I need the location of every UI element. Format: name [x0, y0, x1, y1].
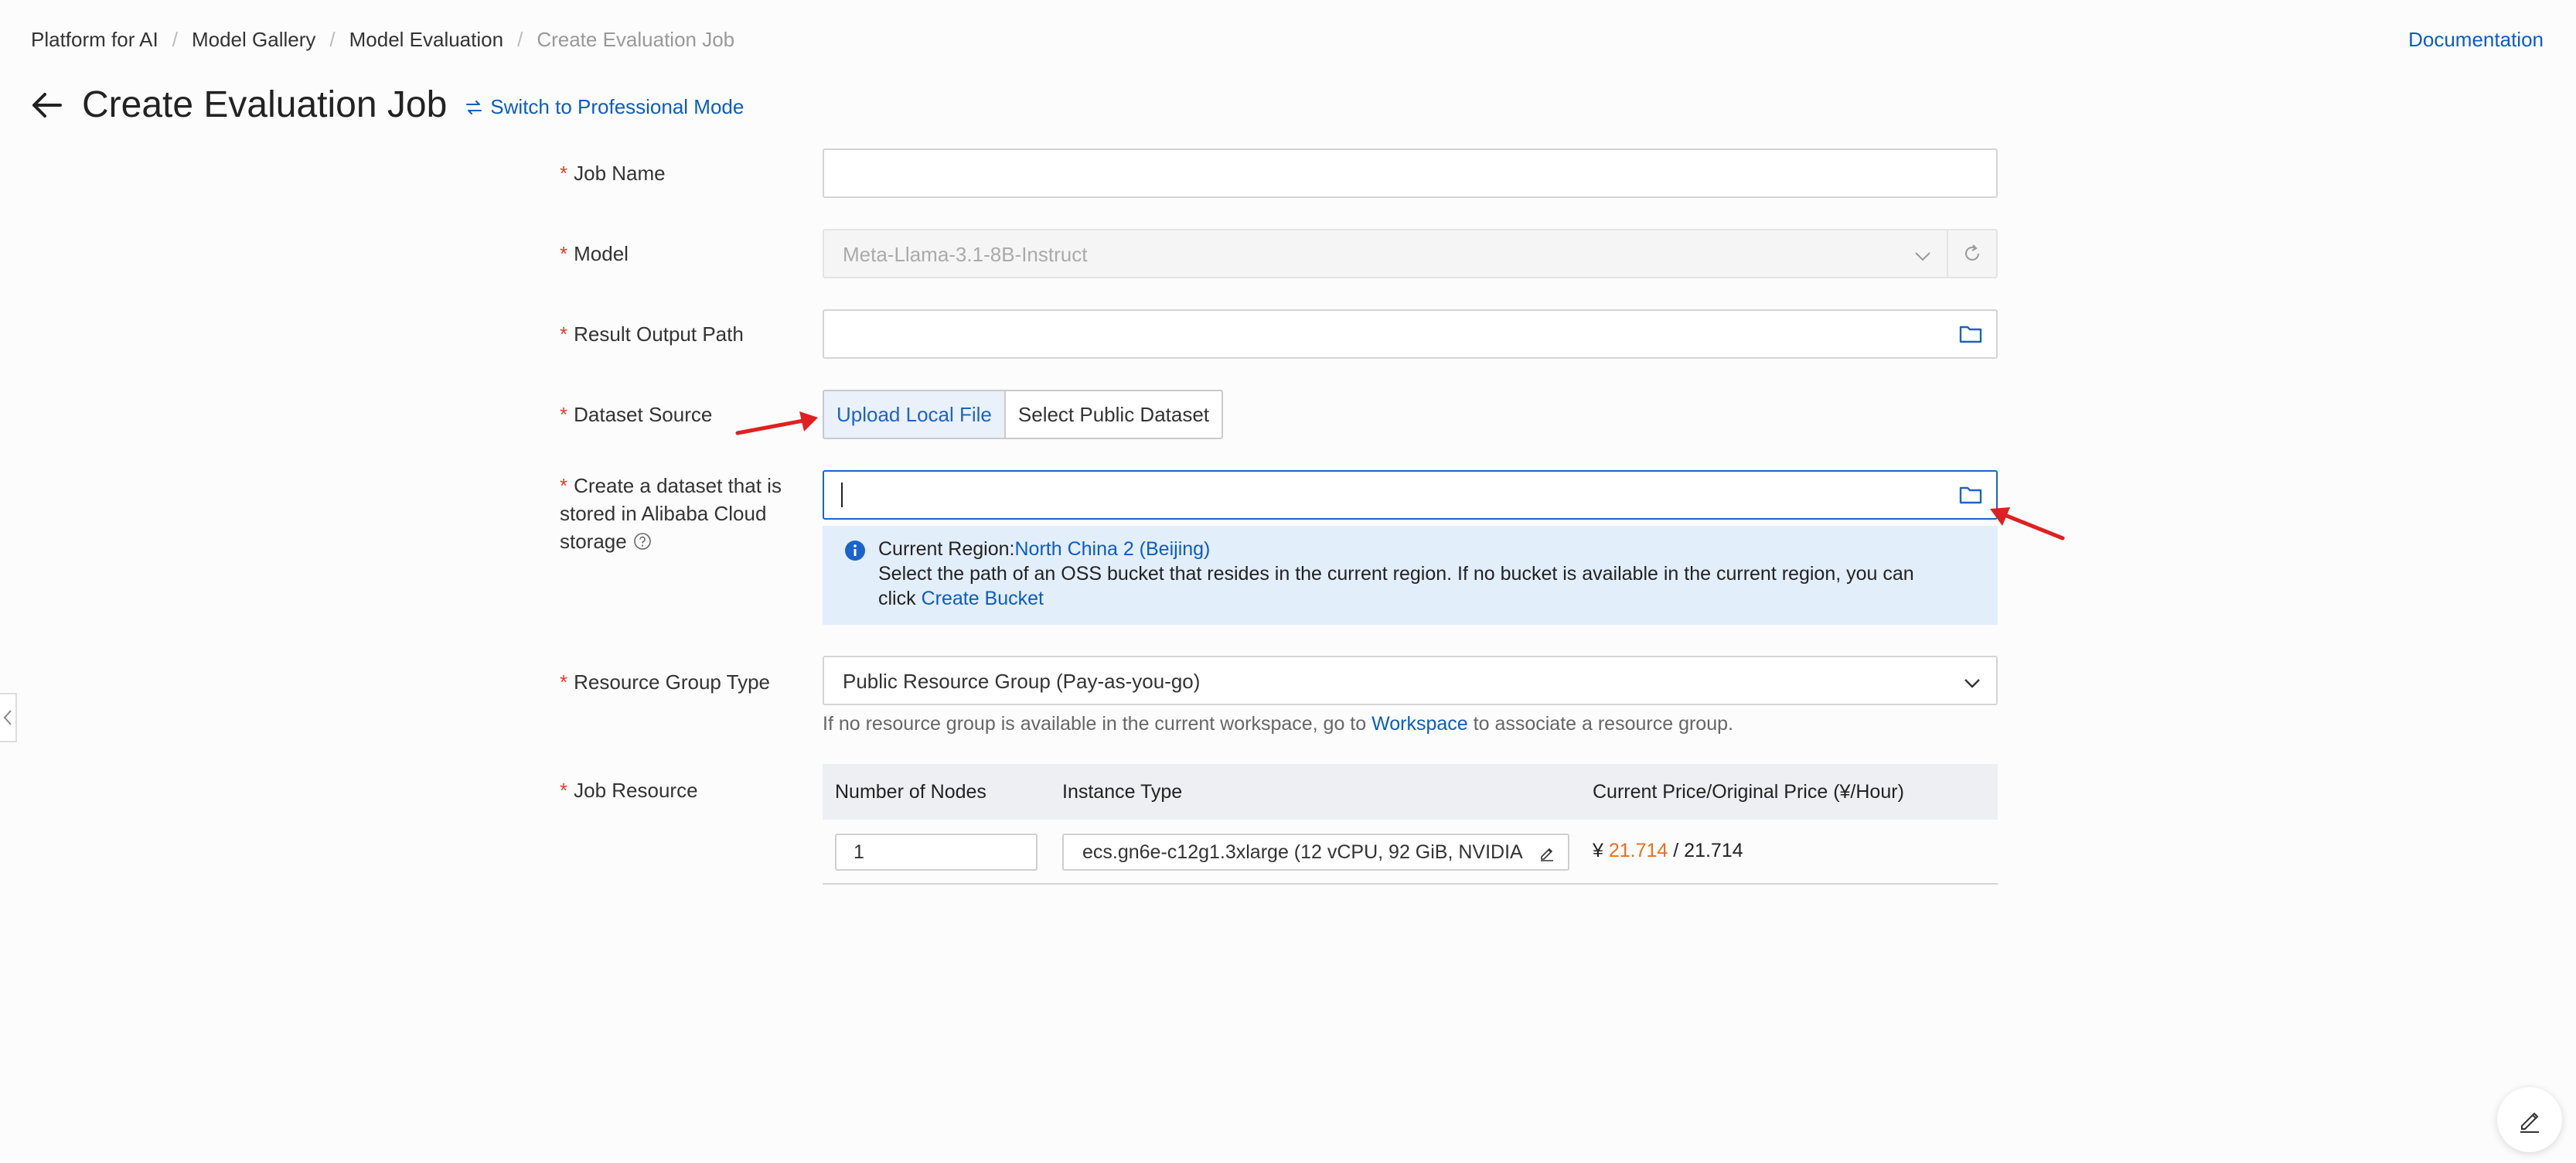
- create-bucket-link[interactable]: Create Bucket: [922, 588, 1044, 609]
- breadcrumb-model-gallery[interactable]: Model Gallery: [192, 28, 315, 52]
- column-header-price: Current Price/Original Price (¥/Hour): [1593, 781, 1904, 803]
- workspace-link[interactable]: Workspace: [1371, 713, 1468, 735]
- dataset-source-toggle: Upload Local File Select Public Dataset: [823, 390, 1224, 439]
- folder-icon[interactable]: [1959, 323, 1982, 345]
- resource-group-label: * Resource Group Type: [560, 670, 771, 694]
- oss-dataset-path-input[interactable]: [823, 470, 1998, 520]
- oss-dataset-label: * Create a dataset that is stored in Alib…: [560, 474, 782, 553]
- column-header-nodes: Number of Nodes: [835, 781, 986, 803]
- current-price: 21.714: [1608, 840, 1668, 861]
- result-path-input[interactable]: [823, 309, 1998, 359]
- breadcrumb-current: Create Evaluation Job: [537, 28, 735, 51]
- required-mark: *: [560, 779, 568, 802]
- help-icon[interactable]: [633, 532, 652, 551]
- edit-icon[interactable]: [1538, 844, 1555, 861]
- feedback-button[interactable]: [2497, 1087, 2562, 1152]
- model-select-value: Meta-Llama-3.1-8B-Instruct: [843, 243, 1088, 266]
- edit-icon: [2520, 1112, 2539, 1133]
- text-caret: [841, 483, 843, 507]
- chevron-down-icon: [1915, 252, 1930, 261]
- breadcrumb-separator: /: [517, 28, 523, 51]
- back-arrow-icon[interactable]: [29, 88, 63, 122]
- breadcrumb: Platform for AI / Model Gallery / Model …: [31, 28, 734, 52]
- breadcrumb-model-evaluation[interactable]: Model Evaluation: [349, 28, 503, 52]
- required-mark: *: [560, 162, 568, 185]
- required-mark: *: [560, 242, 568, 265]
- region-info-text: Select the path of an OSS bucket that re…: [878, 563, 1914, 585]
- price-cell: ¥ 21.714 / 21.714: [1593, 840, 1743, 861]
- refresh-icon: [1965, 244, 1979, 261]
- select-public-dataset-option[interactable]: Select Public Dataset: [1005, 390, 1224, 439]
- dataset-source-label: * Dataset Source: [560, 403, 713, 426]
- upload-local-file-option[interactable]: Upload Local File: [823, 390, 1006, 439]
- resource-group-hint: If no resource group is available in the…: [823, 713, 1733, 735]
- region-info-box: Current Region:North China 2 (Beijing) S…: [823, 526, 1998, 625]
- table-header: Number of Nodes Instance Type Current Pr…: [823, 764, 1998, 820]
- column-header-instance: Instance Type: [1062, 781, 1183, 803]
- sidebar-expand-tab[interactable]: [0, 693, 17, 742]
- job-resource-label: * Job Resource: [560, 779, 698, 802]
- model-label: * Model: [560, 242, 629, 265]
- page-title: Create Evaluation Job: [82, 84, 448, 125]
- job-name-input[interactable]: [823, 148, 1998, 198]
- folder-icon[interactable]: [1959, 484, 1982, 506]
- job-resource-table: Number of Nodes Instance Type Current Pr…: [823, 764, 1998, 885]
- chevron-left-icon: [3, 710, 12, 725]
- breadcrumb-platform[interactable]: Platform for AI: [31, 28, 158, 52]
- documentation-link[interactable]: Documentation: [2408, 28, 2544, 52]
- switch-mode-label: Switch to Professional Mode: [490, 95, 745, 118]
- required-mark: *: [560, 670, 568, 694]
- resource-group-select[interactable]: Public Resource Group (Pay-as-you-go): [823, 656, 1998, 705]
- required-mark: *: [560, 474, 568, 497]
- job-name-label: * Job Name: [560, 162, 666, 185]
- title-row: Create Evaluation Job Switch to Professi…: [29, 84, 744, 126]
- chevron-down-icon: [1964, 679, 1980, 688]
- breadcrumb-separator: /: [329, 28, 336, 51]
- original-price: 21.714: [1684, 840, 1743, 861]
- required-mark: *: [560, 403, 568, 426]
- result-path-label: * Result Output Path: [560, 322, 744, 346]
- model-select[interactable]: Meta-Llama-3.1-8B-Instruct: [823, 229, 1948, 278]
- instance-type-input[interactable]: ecs.gn6e-c12g1.3xlarge (12 vCPU, 92 GiB,…: [1062, 834, 1569, 871]
- refresh-button[interactable]: [1947, 229, 1998, 278]
- instance-type-value: ecs.gn6e-c12g1.3xlarge (12 vCPU, 92 GiB,…: [1082, 841, 1523, 863]
- switch-mode-link[interactable]: Switch to Professional Mode: [465, 95, 744, 119]
- resource-group-value: Public Resource Group (Pay-as-you-go): [843, 670, 1201, 693]
- info-icon: [845, 541, 865, 561]
- annotation-arrow-icon: [735, 411, 818, 435]
- swap-icon: [466, 100, 482, 114]
- region-prefix: Current Region:: [878, 538, 1015, 560]
- breadcrumb-separator: /: [172, 28, 178, 51]
- required-mark: *: [560, 322, 568, 346]
- number-of-nodes-input[interactable]: 1: [835, 834, 1038, 871]
- region-link[interactable]: North China 2 (Beijing): [1014, 538, 1210, 560]
- table-row: 1 ecs.gn6e-c12g1.3xlarge (12 vCPU, 92 Gi…: [823, 820, 1998, 885]
- annotation-arrow-icon: [1990, 507, 2065, 541]
